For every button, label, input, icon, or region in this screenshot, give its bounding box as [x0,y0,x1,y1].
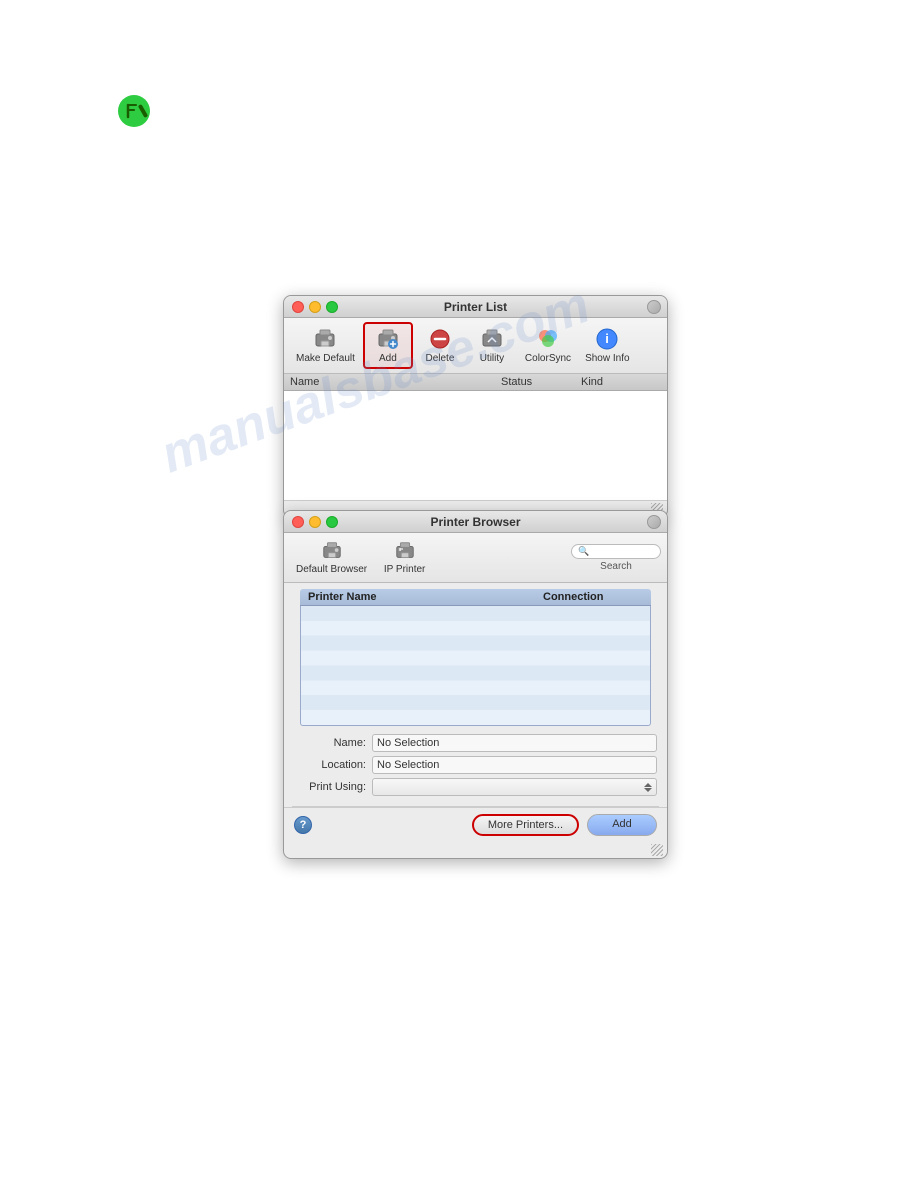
ip-printer-button[interactable]: IP IP Printer [377,537,432,578]
print-using-select[interactable] [372,778,657,796]
bottom-buttons: More Printers... Add [472,814,657,836]
show-info-label: Show Info [585,353,629,364]
browser-table-area: Printer Name Connection [284,583,667,726]
col-status: Status [501,376,581,388]
utility-label: Utility [480,353,504,364]
location-value: No Selection [372,756,657,774]
note-icon [118,95,150,127]
print-using-row: Print Using: [294,778,657,796]
add-button[interactable]: Add [587,814,657,836]
close-button[interactable] [292,301,304,313]
arrow-up-icon [644,783,652,787]
default-browser-button[interactable]: Default Browser [290,537,373,578]
delete-button[interactable]: Delete [415,324,465,367]
default-browser-label: Default Browser [296,564,367,575]
printer-list-title: Printer List [444,300,507,314]
browser-maximize-button[interactable] [326,516,338,528]
select-arrows [644,783,652,792]
printer-list-table-header: Name Status Kind [284,374,667,391]
arrow-down-icon [644,788,652,792]
col-connection: Connection [543,591,643,603]
colorsync-label: ColorSync [525,353,571,364]
printer-table-header: Printer Name Connection [300,589,651,606]
print-using-label: Print Using: [294,781,366,793]
help-button[interactable]: ? [294,816,312,834]
printer-table-body [300,606,651,726]
traffic-lights [292,301,338,313]
browser-minimize-button[interactable] [309,516,321,528]
printer-list-titlebar: Printer List [284,296,667,318]
printer-browser-titlebar: Printer Browser [284,511,667,533]
add-printer-button[interactable]: Add [363,322,413,369]
svg-text:IP: IP [398,547,402,552]
window-resize-indicator [647,300,661,314]
browser-resize-indicator [647,515,661,529]
browser-traffic-lights [292,516,338,528]
bottom-bar: ? More Printers... Add [284,807,667,842]
show-info-button[interactable]: i Show Info [579,324,635,367]
printer-list-window: Printer List Make Default [283,295,668,518]
browser-toolbar: Default Browser IP IP Printer 🔍 Search [284,533,667,583]
printer-browser-window: Printer Browser Default Browser IP IP Pr… [283,510,668,859]
printer-list-toolbar: Make Default Add Delete [284,318,667,374]
add-button-label: Add [379,353,397,364]
location-label: Location: [294,759,366,771]
colorsync-button[interactable]: ColorSync [519,324,577,367]
utility-button[interactable]: Utility [467,324,517,367]
minimize-button[interactable] [309,301,321,313]
name-label: Name: [294,737,366,749]
delete-label: Delete [425,353,454,364]
search-input-wrap[interactable]: 🔍 [571,544,661,559]
make-default-label: Make Default [296,353,355,364]
search-label: Search [600,561,632,572]
printer-list-table-body [284,391,667,501]
browser-close-button[interactable] [292,516,304,528]
col-printer-name: Printer Name [308,591,543,603]
search-icon: 🔍 [578,546,589,557]
location-row: Location: No Selection [294,756,657,774]
name-row: Name: No Selection [294,734,657,752]
svg-text:i: i [605,331,609,346]
col-kind: Kind [581,376,661,388]
printer-form-area: Name: No Selection Location: No Selectio… [284,726,667,806]
make-default-button[interactable]: Make Default [290,324,361,367]
name-value: No Selection [372,734,657,752]
ip-printer-label: IP Printer [384,564,426,575]
browser-resize-grip-icon [651,844,663,856]
browser-resize-grip[interactable] [284,842,667,858]
maximize-button[interactable] [326,301,338,313]
printer-browser-title: Printer Browser [430,515,520,529]
col-name: Name [290,376,501,388]
more-printers-button[interactable]: More Printers... [472,814,579,836]
search-box: 🔍 Search [571,544,661,572]
